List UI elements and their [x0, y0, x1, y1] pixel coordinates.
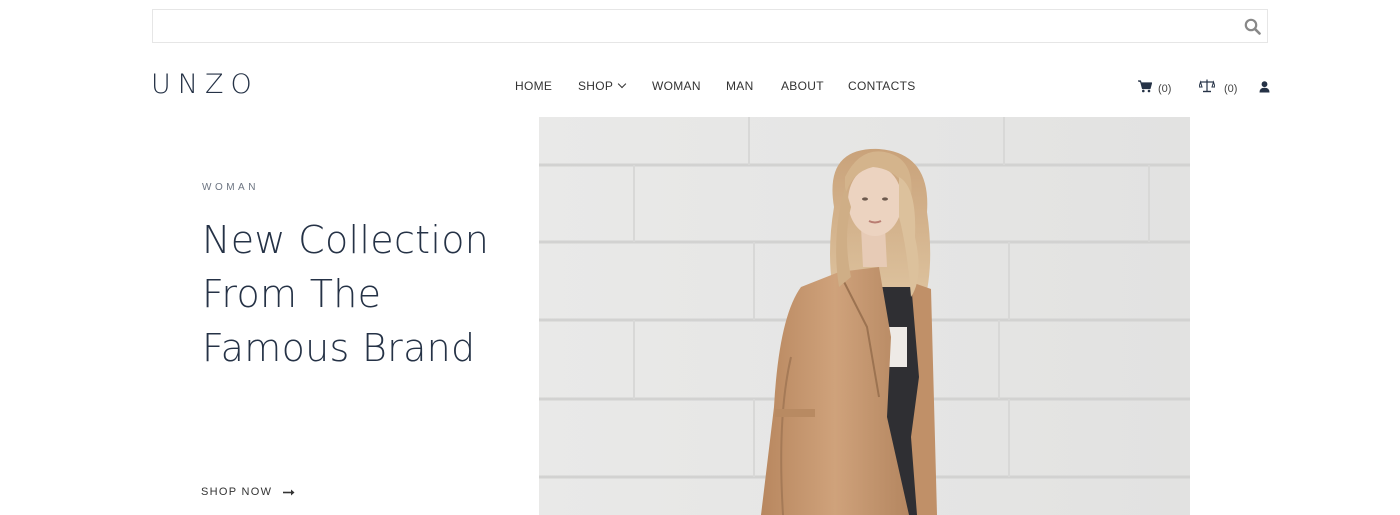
- cart-count[interactable]: (0): [1158, 83, 1171, 95]
- search-icon[interactable]: [1244, 18, 1261, 35]
- search-bar: [152, 9, 1268, 43]
- chevron-down-icon: [617, 79, 627, 89]
- nav-item-home[interactable]: HOME: [515, 79, 552, 93]
- shop-now-link[interactable]: SHOP NOW: [201, 486, 295, 498]
- hero-image: [539, 117, 1190, 515]
- compare-count[interactable]: (0): [1224, 83, 1237, 95]
- hero-photo-model-in-coat: [539, 117, 1190, 515]
- main-nav: HOME SHOP WOMAN MAN ABOUT CONTACTS: [0, 79, 1400, 95]
- cart-icon[interactable]: [1138, 80, 1153, 98]
- compare-scale-icon[interactable]: [1198, 79, 1216, 99]
- nav-item-shop[interactable]: SHOP: [578, 79, 627, 93]
- user-icon[interactable]: [1259, 80, 1270, 98]
- shop-now-label: SHOP NOW: [201, 486, 273, 498]
- nav-item-shop-label: SHOP: [578, 79, 614, 93]
- nav-item-man[interactable]: MAN: [726, 79, 754, 93]
- hero-eyebrow: WOMAN: [202, 182, 259, 193]
- nav-item-about[interactable]: ABOUT: [781, 79, 824, 93]
- arrow-right-icon: [282, 489, 295, 496]
- nav-item-contacts[interactable]: CONTACTS: [848, 79, 916, 93]
- hero-headline: New Collection From The Famous Brand: [202, 218, 490, 370]
- search-input[interactable]: [163, 16, 1227, 38]
- nav-item-woman[interactable]: WOMAN: [652, 79, 701, 93]
